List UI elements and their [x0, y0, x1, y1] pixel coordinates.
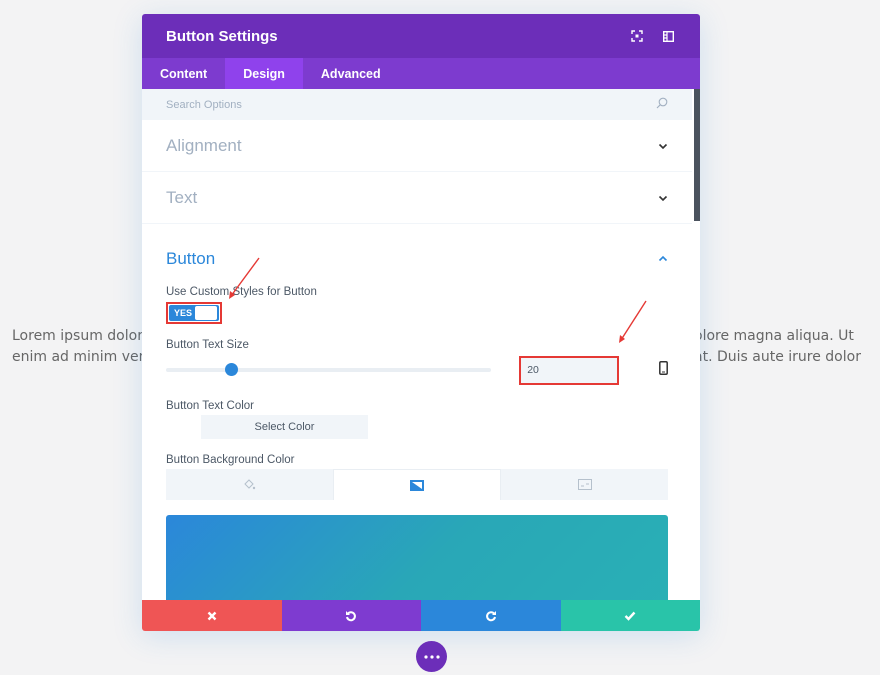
tab-image[interactable]	[501, 469, 669, 500]
modal-tabs: Content Design Advanced	[142, 58, 700, 89]
tab-content[interactable]: Content	[142, 58, 225, 89]
ellipsis-icon	[423, 654, 440, 659]
slider-handle[interactable]	[225, 363, 239, 376]
modal-title: Button Settings	[166, 27, 278, 45]
paint-bucket-icon	[244, 478, 256, 489]
image-icon	[577, 479, 592, 490]
search-icon[interactable]	[656, 96, 668, 114]
tab-advanced[interactable]: Advanced	[303, 58, 399, 89]
select-color-button[interactable]: Select Color	[201, 415, 368, 439]
chevron-down-icon	[658, 143, 668, 149]
redo-button[interactable]	[421, 600, 561, 631]
responsive-phone-icon[interactable]	[659, 360, 668, 380]
modal-header: Button Settings	[142, 14, 700, 58]
button-settings-modal: Button Settings Content Design Advanced …	[142, 14, 700, 631]
fullscreen-icon[interactable]	[629, 28, 645, 44]
more-options-button[interactable]	[416, 641, 447, 672]
text-color-label: Button Text Color	[166, 400, 255, 412]
section-title: Text	[166, 187, 198, 207]
custom-styles-field: Use Custom Styles for Button YES	[142, 286, 692, 324]
settings-body: Alignment Text Button Use Custom Styles …	[142, 120, 692, 631]
text-color-field: Button Text Color Select Color	[142, 400, 692, 439]
text-size-slider[interactable]	[166, 363, 492, 376]
modal-footer	[142, 600, 700, 631]
section-text[interactable]: Text	[142, 172, 692, 224]
chevron-down-icon	[658, 195, 668, 201]
discard-button[interactable]	[142, 600, 282, 631]
bg-text-line: olore magna aliqua. Ut	[694, 328, 854, 344]
search-options-input[interactable]: Search Options	[142, 89, 692, 120]
save-button[interactable]	[560, 600, 700, 631]
section-button[interactable]: Button	[142, 224, 692, 284]
tab-solid-color[interactable]	[166, 469, 333, 500]
section-title: Alignment	[166, 135, 242, 155]
toggle-knob	[195, 306, 217, 320]
section-title: Button	[166, 249, 216, 268]
text-size-label: Button Text Size	[166, 339, 249, 351]
toggle-track: YES	[169, 305, 219, 321]
bg-text-line: enim ad minim venic	[12, 349, 152, 365]
text-size-field: Button Text Size 20	[142, 339, 692, 385]
custom-styles-label: Use Custom Styles for Button	[166, 286, 317, 298]
undo-button[interactable]	[281, 600, 421, 631]
toggle-value: YES	[174, 308, 193, 318]
tab-gradient[interactable]	[332, 469, 502, 500]
bg-text-line: Lorem ipsum dolor s	[12, 328, 152, 344]
section-alignment[interactable]: Alignment	[142, 120, 692, 172]
undo-icon	[346, 610, 357, 621]
bg-color-label: Button Background Color	[166, 454, 295, 466]
background-paragraph-right: olore magna aliqua. Ut at. Duis aute iru…	[694, 326, 880, 368]
search-placeholder: Search Options	[166, 98, 242, 111]
scrollbar[interactable]	[694, 89, 700, 221]
close-icon	[207, 611, 217, 620]
bg-color-field: Button Background Color	[142, 454, 692, 500]
gradient-icon	[410, 479, 424, 491]
bg-text-line: at. Duis aute irure dolor	[694, 349, 861, 365]
split-view-icon[interactable]	[660, 28, 676, 44]
background-paragraph-left: Lorem ipsum dolor s enim ad minim venic	[12, 326, 152, 368]
text-size-row: 20	[166, 355, 668, 385]
redo-icon	[485, 610, 496, 621]
custom-styles-toggle[interactable]: YES	[166, 302, 222, 324]
check-icon	[624, 611, 636, 621]
chevron-up-icon	[658, 255, 668, 262]
tab-design[interactable]: Design	[225, 58, 303, 89]
bg-type-tabs	[166, 469, 669, 500]
text-size-input[interactable]: 20	[519, 355, 619, 385]
